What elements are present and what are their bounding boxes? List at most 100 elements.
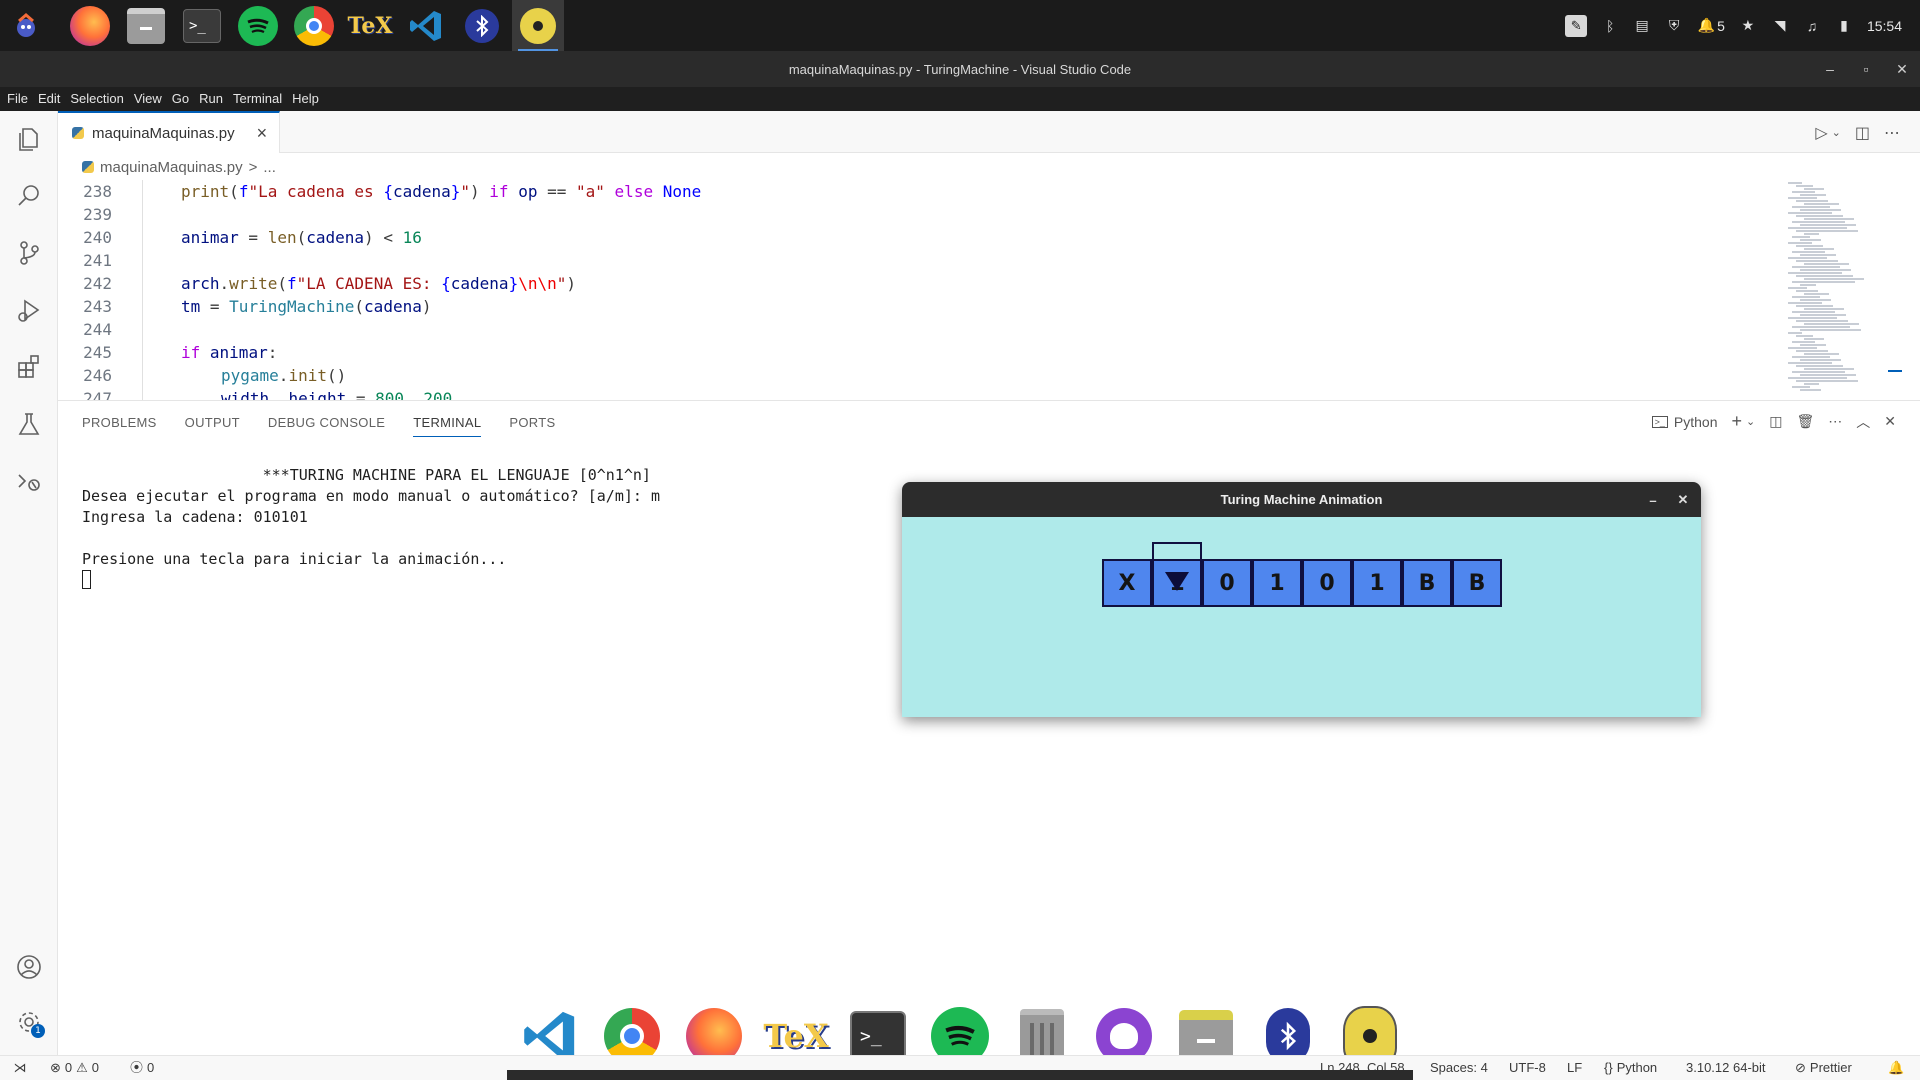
minimap-line [1788,347,1817,349]
remote-indicator-icon[interactable]: ⋊ [0,1056,40,1080]
minimize-button[interactable]: – [1812,51,1848,87]
tab-output[interactable]: OUTPUT [185,415,240,437]
ports-indicator[interactable]: ⦿ 0 [130,1056,154,1080]
minimap-line [1792,386,1810,388]
source-control-icon[interactable] [11,235,47,271]
tape-cell: B [1402,559,1452,607]
breadcrumb-file[interactable]: maquinaMaquinas.py [100,159,243,176]
update-badge: 1 [31,1024,45,1038]
menu-run[interactable]: Run [194,87,228,111]
extensions-icon[interactable] [11,349,47,385]
split-editor-icon[interactable]: ◫ [1855,123,1870,142]
pygame-titlebar[interactable]: Turing Machine Animation – ✕ [902,482,1701,517]
chevron-down-icon[interactable]: ⌄ [1832,126,1841,139]
close-panel-icon[interactable]: ✕ [1884,413,1896,430]
pygame-minimize-button[interactable]: – [1642,489,1664,511]
more-actions-icon[interactable]: ⋯ [1884,123,1900,142]
tab-ports[interactable]: PORTS [509,415,555,437]
split-terminal-icon[interactable]: ◫ [1769,413,1782,430]
shield-icon[interactable]: ⛨ [1665,17,1683,35]
menu-selection[interactable]: Selection [65,87,128,111]
music-icon[interactable]: ♫ [1803,17,1821,35]
menu-go[interactable]: Go [167,87,194,111]
close-tab-icon[interactable]: × [257,123,268,144]
minimap-line [1804,203,1839,205]
more-actions-icon[interactable]: ⋯ [1828,413,1842,430]
minimap-line [1796,260,1838,262]
chevron-down-icon[interactable]: ⌄ [1746,415,1755,428]
tab-debug-console[interactable]: DEBUG CONSOLE [268,415,385,437]
minimap-line [1796,320,1848,322]
editor-tab-bar: maquinaMaquinas.py × ▷ ⌄ ◫ ⋯ [58,111,1920,153]
terminal-line: Presione una tecla para iniciar la anima… [82,550,507,568]
remote-explorer-icon[interactable] [11,463,47,499]
minimap-line [1788,182,1802,184]
terminal-shell-selector[interactable]: >_ Python [1651,414,1718,430]
run-debug-icon[interactable] [11,292,47,328]
minimap-line [1804,323,1859,325]
menu-view[interactable]: View [129,87,167,111]
accounts-icon[interactable] [11,949,47,985]
tab-terminal[interactable]: TERMINAL [413,415,482,437]
tape-cell: 1 [1352,559,1402,607]
minimap-line [1800,254,1836,256]
minimap-line [1800,389,1821,391]
clock[interactable]: 15:54 [1867,18,1902,34]
pygame-close-button[interactable]: ✕ [1672,489,1694,511]
indentation[interactable]: Spaces: 4 [1430,1056,1488,1080]
bluetooth-tray-icon[interactable]: ᛒ [1601,17,1619,35]
run-python-icon[interactable]: ▷ [1815,123,1827,142]
menu-terminal[interactable]: Terminal [228,87,287,111]
notifications-bell-icon[interactable]: 🔔 [1888,1056,1904,1080]
line-number: 238 [83,182,112,201]
tab-maquinamaquinas[interactable]: maquinaMaquinas.py × [58,111,280,153]
clipboard-icon[interactable]: ▤ [1633,17,1651,35]
battery-icon[interactable]: ▮ [1835,17,1853,35]
maximize-button[interactable]: ▫ [1848,51,1884,87]
pen-icon[interactable]: ✎ [1565,14,1588,37]
budgie-icon[interactable] [512,0,564,51]
prettier-indicator[interactable]: ⊘ Prettier [1795,1056,1852,1080]
breadcrumb-more[interactable]: ... [263,159,276,176]
menu-help[interactable]: Help [287,87,324,111]
tab-problems[interactable]: PROBLEMS [82,415,157,437]
code-editor[interactable]: 238 print(f"La cadena es {cadena}") if op… [58,180,1778,400]
terminal-icon[interactable]: >_ [176,0,228,51]
minimap-slider[interactable] [1888,370,1902,372]
explorer-icon[interactable] [11,121,47,157]
notifications-indicator[interactable]: 🔔 5 [1697,17,1725,35]
wifi-icon[interactable]: ◥ [1771,17,1789,35]
vscode-icon[interactable] [400,0,452,51]
trash-icon[interactable]: 🗑 [1796,413,1814,430]
minimap[interactable] [1782,180,1902,400]
chrome-icon[interactable] [288,0,340,51]
menu-edit[interactable]: Edit [33,87,65,111]
star-icon[interactable]: ★ [1739,17,1757,35]
end-of-line[interactable]: LF [1567,1056,1582,1080]
texstudio-icon[interactable]: TeX [344,0,396,51]
minimap-line [1804,278,1864,280]
minimap-line [1800,239,1821,241]
language-mode[interactable]: {} Python [1604,1056,1657,1080]
close-window-button[interactable]: ✕ [1884,51,1920,87]
settings-gear-icon[interactable]: 1 [11,1004,47,1040]
firefox-icon[interactable] [64,0,116,51]
minimap-line [1796,335,1813,337]
minimap-line [1796,380,1858,382]
menu-file[interactable]: File [2,87,33,111]
encoding[interactable]: UTF-8 [1509,1056,1546,1080]
spotify-icon[interactable] [232,0,284,51]
new-terminal-icon[interactable]: + [1732,411,1743,432]
search-icon[interactable] [11,178,47,214]
minimap-line [1804,263,1849,265]
python-interpreter[interactable]: 3.10.12 64-bit [1686,1056,1766,1080]
problems-indicator[interactable]: ⊗ 0 ⚠ 0 [50,1056,99,1080]
tape-cell: 0 [1202,559,1252,607]
minimap-line [1792,311,1835,313]
maximize-panel-icon[interactable]: ︿ [1856,412,1870,432]
minimap-line [1788,377,1847,379]
bluetooth-icon[interactable] [456,0,508,51]
testing-icon[interactable] [11,406,47,442]
app-menu-icon[interactable] [0,0,52,51]
files-icon[interactable] [120,0,172,51]
